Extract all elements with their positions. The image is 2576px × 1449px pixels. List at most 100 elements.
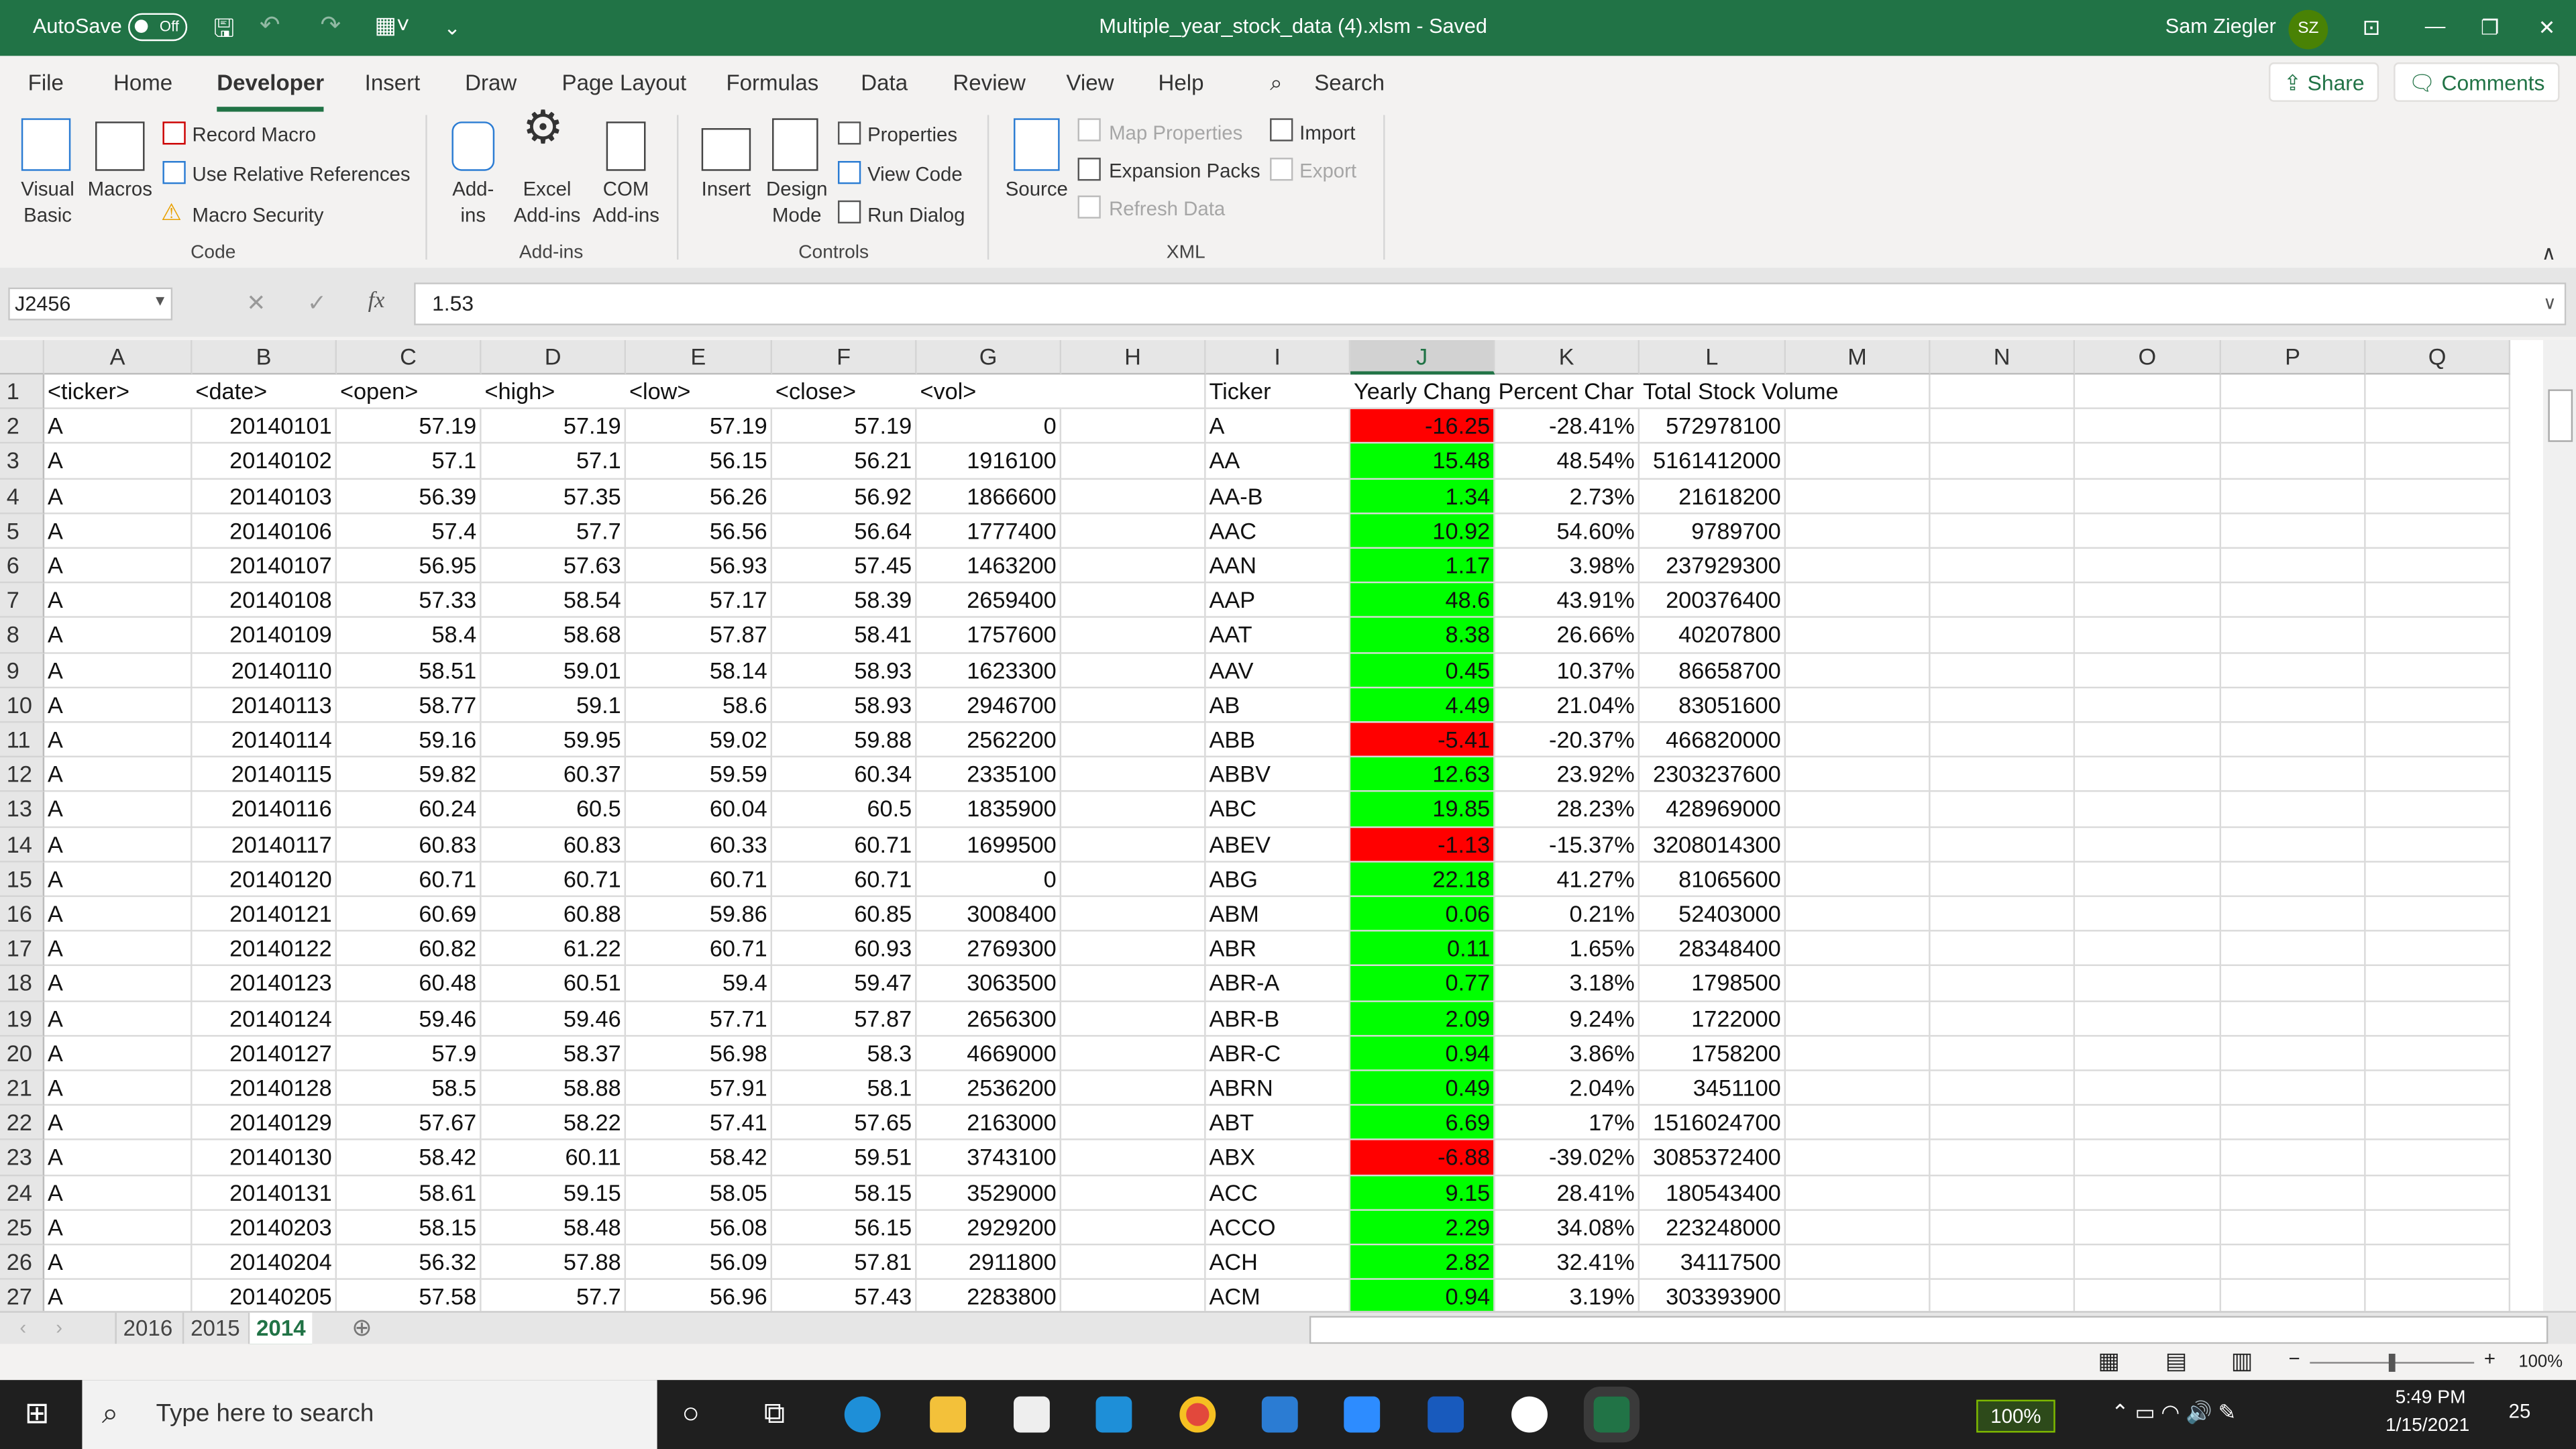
cell-A24[interactable]: A xyxy=(44,1175,193,1211)
store-icon[interactable] xyxy=(1014,1396,1050,1433)
run-dialog-button[interactable]: Run Dialog xyxy=(867,202,965,228)
column-header-L[interactable]: L xyxy=(1640,339,1786,375)
cell-O20[interactable] xyxy=(2075,1036,2222,1071)
cell-H26[interactable] xyxy=(1061,1245,1206,1281)
cell-G7[interactable]: 2659400 xyxy=(916,583,1062,619)
cell-P2[interactable] xyxy=(2221,409,2366,445)
row-header[interactable]: 25 xyxy=(0,1210,45,1246)
cell-L2[interactable]: 572978100 xyxy=(1640,409,1786,445)
cell-B23[interactable]: 20140130 xyxy=(192,1140,337,1176)
cell-N26[interactable] xyxy=(1930,1245,2076,1281)
cell-H8[interactable] xyxy=(1061,618,1206,653)
cell-H3[interactable] xyxy=(1061,444,1206,480)
cell-Q16[interactable] xyxy=(2365,897,2511,932)
cortana-icon[interactable]: ○ xyxy=(682,1397,700,1431)
cell-L5[interactable]: 9789700 xyxy=(1640,514,1786,549)
user-name[interactable]: Sam Ziegler xyxy=(2165,15,2276,38)
cell-F2[interactable]: 57.19 xyxy=(772,409,917,445)
cell-C20[interactable]: 57.9 xyxy=(337,1036,482,1071)
formula-input[interactable]: 1.53 xyxy=(414,282,2567,325)
cell-I12[interactable]: ABBV xyxy=(1205,757,1351,793)
cell-H2[interactable] xyxy=(1061,409,1206,445)
row-header[interactable]: 23 xyxy=(0,1140,45,1176)
cell-P22[interactable] xyxy=(2221,1106,2366,1141)
cell-G16[interactable]: 3008400 xyxy=(916,897,1062,932)
cell-B16[interactable]: 20140121 xyxy=(192,897,337,932)
cell-J10[interactable]: 4.49 xyxy=(1350,688,1495,723)
cell-G14[interactable]: 1699500 xyxy=(916,827,1062,863)
export-button[interactable]: Export xyxy=(1299,158,1356,184)
cell-B9[interactable]: 20140110 xyxy=(192,653,337,688)
cell-E4[interactable]: 56.26 xyxy=(626,479,773,515)
column-header-C[interactable]: C xyxy=(337,339,482,375)
tab-home[interactable]: Home xyxy=(113,70,172,95)
cell-K6[interactable]: 3.98% xyxy=(1495,548,1640,584)
cell-G23[interactable]: 3743100 xyxy=(916,1140,1062,1176)
cell-L22[interactable]: 1516024700 xyxy=(1640,1106,1786,1141)
search-icon[interactable]: ⌕ xyxy=(1270,70,1283,97)
cell-N24[interactable] xyxy=(1930,1175,2076,1211)
cell-F6[interactable]: 57.45 xyxy=(772,548,917,584)
cell-M23[interactable] xyxy=(1786,1140,1931,1176)
cell-P24[interactable] xyxy=(2221,1175,2366,1211)
sheet-tab-2016[interactable]: 2016 xyxy=(115,1312,179,1344)
cell-L19[interactable]: 1722000 xyxy=(1640,1001,1786,1036)
cell-L11[interactable]: 466820000 xyxy=(1640,722,1786,758)
tab-page-layout[interactable]: Page Layout xyxy=(562,70,687,95)
spreadsheet-grid[interactable]: A B C D E F G H I J K L M N O P Q 1 <ticker> <date> <open> <h… xyxy=(0,339,2544,1311)
macros-button[interactable]: Macros xyxy=(85,176,154,202)
cell-C10[interactable]: 58.77 xyxy=(337,688,482,723)
row-header[interactable]: 4 xyxy=(0,479,45,515)
cell-M3[interactable] xyxy=(1786,444,1931,480)
cell-K19[interactable]: 9.24% xyxy=(1495,1001,1640,1036)
cell-N23[interactable] xyxy=(1930,1140,2076,1176)
cell-G22[interactable]: 2163000 xyxy=(916,1106,1062,1141)
cell-O18[interactable] xyxy=(2075,966,2222,1002)
tray-icons[interactable]: ⌃ ▭ ◠ 🔊 ✎ xyxy=(2111,1400,2236,1426)
cell-A18[interactable]: A xyxy=(44,966,193,1002)
minimize-icon[interactable]: — xyxy=(2425,15,2446,38)
cell-C12[interactable]: 59.82 xyxy=(337,757,482,793)
add-ins-button[interactable]: Add-ins xyxy=(440,176,506,228)
cell-P23[interactable] xyxy=(2221,1140,2366,1176)
cell-M26[interactable] xyxy=(1786,1245,1931,1281)
cell-I15[interactable]: ABG xyxy=(1205,862,1351,898)
cell-O9[interactable] xyxy=(2075,653,2222,688)
cell-N22[interactable] xyxy=(1930,1106,2076,1141)
cell-Q4[interactable] xyxy=(2365,479,2511,515)
cell-I14[interactable]: ABEV xyxy=(1205,827,1351,863)
clock-time[interactable]: 5:49 PM xyxy=(2396,1388,2466,1407)
cell-K15[interactable]: 41.27% xyxy=(1495,862,1640,898)
cell-N12[interactable] xyxy=(1930,757,2076,793)
comments-button[interactable]: 🗨 Comments xyxy=(2394,62,2560,102)
cell-A11[interactable]: A xyxy=(44,722,193,758)
cell-Q14[interactable] xyxy=(2365,827,2511,863)
use-relative-references-button[interactable]: Use Relative References xyxy=(193,161,411,187)
cell-D10[interactable]: 59.1 xyxy=(481,688,627,723)
header-cell[interactable]: <close> xyxy=(772,374,917,410)
cell-K11[interactable]: -20.37% xyxy=(1495,722,1640,758)
cell-J16[interactable]: 0.06 xyxy=(1350,897,1495,932)
cell-F18[interactable]: 59.47 xyxy=(772,966,917,1002)
cell-J9[interactable]: 0.45 xyxy=(1350,653,1495,688)
cell-A16[interactable]: A xyxy=(44,897,193,932)
cell-K21[interactable]: 2.04% xyxy=(1495,1071,1640,1106)
cell-B17[interactable]: 20140122 xyxy=(192,932,337,967)
word-icon[interactable] xyxy=(1428,1396,1464,1433)
header-cell[interactable]: <high> xyxy=(481,374,627,410)
cell-N17[interactable] xyxy=(1930,932,2076,967)
cell-B13[interactable]: 20140116 xyxy=(192,792,337,828)
cell-E23[interactable]: 58.42 xyxy=(626,1140,773,1176)
cell-O5[interactable] xyxy=(2075,514,2222,549)
cell-E24[interactable]: 58.05 xyxy=(626,1175,773,1211)
cell-C8[interactable]: 58.4 xyxy=(337,618,482,653)
row-header[interactable]: 8 xyxy=(0,618,45,653)
cell-Q17[interactable] xyxy=(2365,932,2511,967)
cell-J8[interactable]: 8.38 xyxy=(1350,618,1495,653)
cell-K10[interactable]: 21.04% xyxy=(1495,688,1640,723)
cell-F17[interactable]: 60.93 xyxy=(772,932,917,967)
header-cell[interactable] xyxy=(2365,374,2511,410)
cell-A19[interactable]: A xyxy=(44,1001,193,1036)
normal-view-icon[interactable]: ▦ xyxy=(2098,1347,2119,1375)
cell-A15[interactable]: A xyxy=(44,862,193,898)
